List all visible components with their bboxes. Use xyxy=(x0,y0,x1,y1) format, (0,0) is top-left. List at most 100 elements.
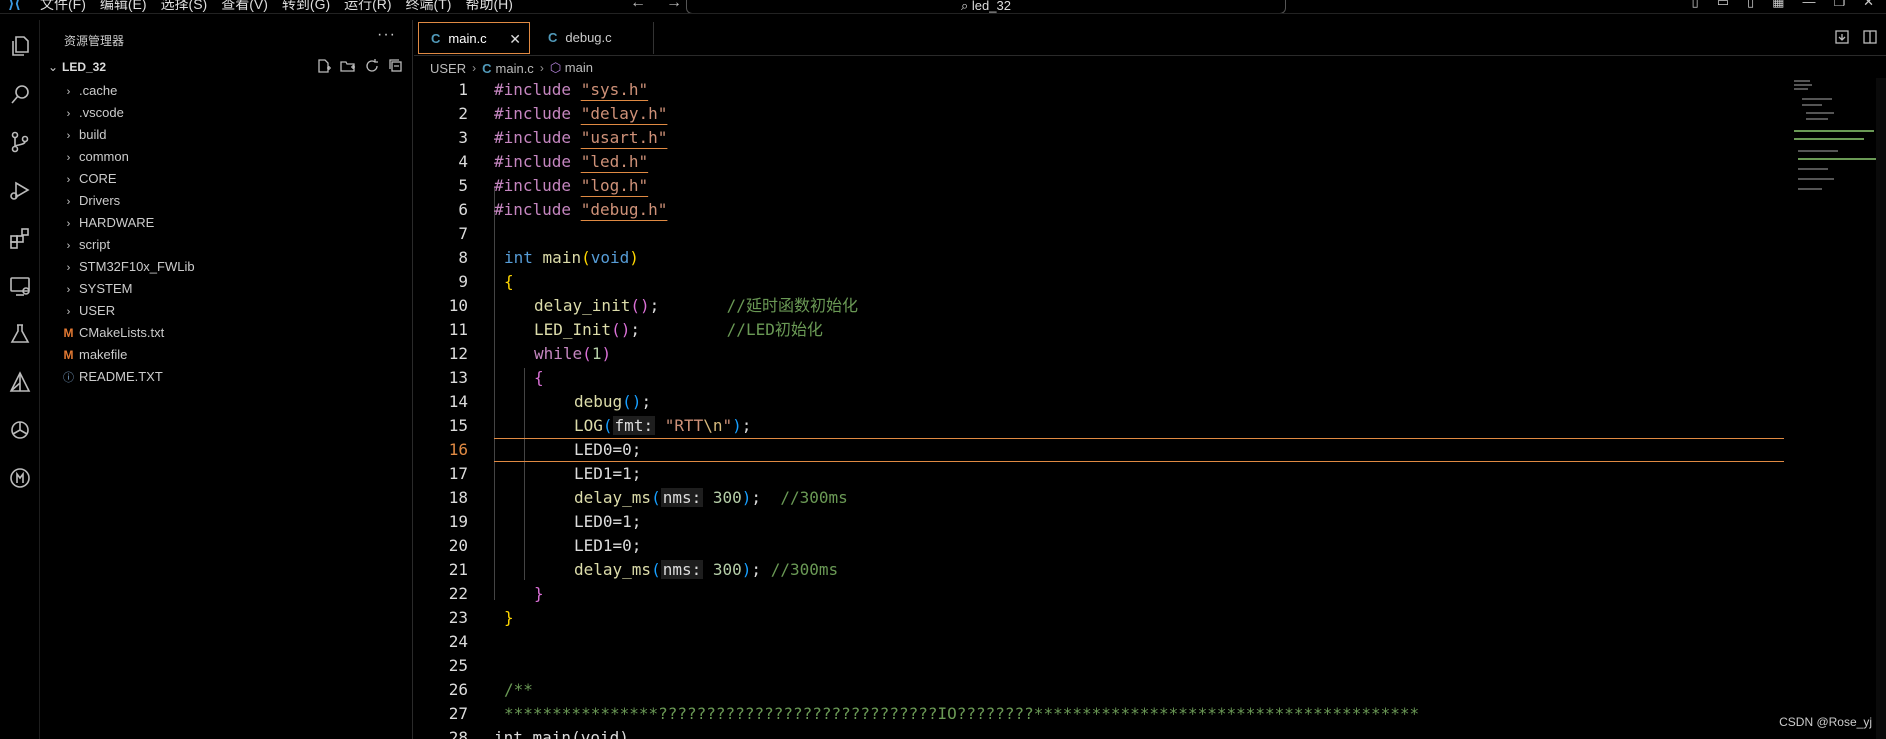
extensions-icon[interactable] xyxy=(8,226,32,250)
chevron-right-icon: › xyxy=(66,86,71,98)
code-line: 25 xyxy=(448,656,468,675)
title-bar: ⟩⟨ 文件(F) 编辑(E) 选择(S) 查看(V) 转到(G) 运行(R) 终… xyxy=(0,0,1886,14)
code-editor[interactable]: 1 #include "sys.h" 2 #include "delay.h" 3 #… xyxy=(414,78,1784,739)
code-line: 5 #include "log.h" xyxy=(458,176,649,195)
toggle-sidebar-icon[interactable]: ▯ xyxy=(1692,0,1699,10)
breadcrumb-folder[interactable]: USER xyxy=(430,61,466,76)
inlay-hint: nms: xyxy=(660,488,704,507)
tree-folder[interactable]: › SYSTEM xyxy=(40,278,412,300)
testing-icon[interactable] xyxy=(8,322,32,346)
new-folder-icon[interactable] xyxy=(340,58,356,79)
tree-folder[interactable]: › Drivers xyxy=(40,190,412,212)
chevron-right-icon: › xyxy=(66,240,71,252)
menu-view[interactable]: 查看(V) xyxy=(221,0,268,13)
code-line: 8 int main(void) xyxy=(458,248,639,267)
tree-folder[interactable]: › build xyxy=(40,124,412,146)
toggle-secondary-sidebar-icon[interactable]: ▯ xyxy=(1747,0,1754,10)
command-center-search[interactable]: ⌕ led_32 xyxy=(686,0,1286,13)
code-line: 28 int main(void) xyxy=(448,728,629,739)
minimap[interactable] xyxy=(1790,78,1880,218)
tree-folder[interactable]: › USER xyxy=(40,300,412,322)
inlay-hint: nms: xyxy=(660,560,704,579)
tree-folder[interactable]: › CORE xyxy=(40,168,412,190)
breadcrumb-file[interactable]: Cmain.c xyxy=(482,61,534,76)
compare-icon[interactable] xyxy=(1834,29,1850,50)
forward-arrow-icon[interactable]: → xyxy=(666,0,682,11)
collapse-all-icon[interactable] xyxy=(388,58,404,79)
tree-item-label: CMakeLists.txt xyxy=(79,325,165,340)
code-line: 20 LED1=0; xyxy=(448,536,642,555)
search-text: led_32 xyxy=(971,0,1011,13)
tree-file[interactable]: Mmakefile xyxy=(40,344,412,366)
close-window-icon[interactable]: ✕ xyxy=(1863,0,1874,10)
search-icon[interactable] xyxy=(8,82,32,106)
chevron-right-icon: › xyxy=(66,130,71,142)
chevron-right-icon: › xyxy=(472,61,477,75)
tab-debug-c[interactable]: Cdebug.c xyxy=(536,22,654,54)
watermark: CSDN @Rose_yj xyxy=(1779,715,1872,729)
tree-item-label: README.TXT xyxy=(79,369,163,384)
chevron-right-icon: › xyxy=(66,108,71,120)
new-file-icon[interactable] xyxy=(316,58,332,79)
vertical-scrollbar[interactable] xyxy=(1876,78,1886,739)
window-controls: ▯ ▭ ▯ ▦ — ❐ ✕ xyxy=(1692,0,1874,10)
source-control-icon[interactable] xyxy=(8,130,32,154)
menu-run[interactable]: 运行(R) xyxy=(344,0,391,13)
explorer-icon[interactable] xyxy=(8,34,32,58)
tree-folder[interactable]: › HARDWARE xyxy=(40,212,412,234)
cmake-icon[interactable] xyxy=(8,370,32,394)
minimize-icon[interactable]: — xyxy=(1802,0,1815,10)
chevron-right-icon: › xyxy=(66,152,71,164)
c-file-icon: C xyxy=(548,30,558,45)
more-actions-icon[interactable]: ··· xyxy=(377,26,396,44)
tree-item-label: USER xyxy=(79,303,116,318)
tree-item-label: SYSTEM xyxy=(79,281,133,296)
tab-label: debug.c xyxy=(565,30,612,45)
close-tab-icon[interactable]: ✕ xyxy=(509,23,521,55)
back-arrow-icon[interactable]: ← xyxy=(630,0,646,11)
inlay-hint: fmt: xyxy=(612,416,656,435)
breadcrumb-symbol[interactable]: ⬡ main xyxy=(550,60,593,76)
tree-folder[interactable]: › STM32F10x_FWLib xyxy=(40,256,412,278)
c-file-icon: C xyxy=(431,31,441,46)
code-line: 11 LED_Init(); //LED初始化 xyxy=(448,320,823,339)
tree-folder[interactable]: › common xyxy=(40,146,412,168)
tree-folder[interactable]: › .vscode xyxy=(40,102,412,124)
explorer-sidebar: 资源管理器 ··· ⌄ LED_32 › .cache › .vscode › build ›… xyxy=(40,20,413,739)
chevron-right-icon: › xyxy=(66,262,71,274)
toggle-panel-icon[interactable]: ▭ xyxy=(1717,0,1729,10)
cube-symbol-icon: ⬡ xyxy=(549,60,565,75)
menu-edit[interactable]: 编辑(E) xyxy=(100,0,147,13)
tree-item-label: .vscode xyxy=(79,105,124,120)
restore-icon[interactable]: ❐ xyxy=(1833,0,1845,10)
run-debug-icon[interactable] xyxy=(8,178,32,202)
make-file-icon: M xyxy=(63,326,74,340)
code-line: 1 #include "sys.h" xyxy=(458,80,649,99)
root-folder[interactable]: ⌄ LED_32 xyxy=(48,60,106,74)
tree-folder[interactable]: › script xyxy=(40,234,412,256)
remote-explorer-icon[interactable] xyxy=(8,274,32,298)
menu-help[interactable]: 帮助(H) xyxy=(465,0,512,13)
tree-item-label: common xyxy=(79,149,129,164)
refresh-icon[interactable] xyxy=(364,58,380,79)
tree-file[interactable]: ⓘ README.TXT xyxy=(40,366,412,388)
tree-item-label: .cache xyxy=(79,83,118,98)
platformio-icon[interactable] xyxy=(8,466,32,490)
menu-file[interactable]: 文件(F) xyxy=(40,0,86,13)
split-editor-icon[interactable] xyxy=(1862,29,1878,50)
code-line: 27 ****************??????????????????????… xyxy=(448,704,1420,723)
code-line: 24 xyxy=(448,632,468,651)
search-icon: ⌕ xyxy=(961,0,972,13)
code-line: 2 #include "delay.h" xyxy=(458,104,668,123)
tree-file[interactable]: M CMakeLists.txt xyxy=(40,322,412,344)
breadcrumb-file-label: main.c xyxy=(495,60,534,76)
menu-selection[interactable]: 选择(S) xyxy=(161,0,208,13)
tab-main-c[interactable]: Cmain.c ✕ xyxy=(418,22,530,54)
root-folder-label: LED_32 xyxy=(62,60,107,74)
chatgpt-icon[interactable] xyxy=(8,418,32,442)
menu-terminal[interactable]: 终端(T) xyxy=(406,0,452,13)
tree-item-label: STM32F10x_FWLib xyxy=(79,259,195,274)
menu-go[interactable]: 转到(G) xyxy=(282,0,330,13)
tree-folder[interactable]: › .cache xyxy=(40,80,412,102)
customize-layout-icon[interactable]: ▦ xyxy=(1772,0,1784,10)
